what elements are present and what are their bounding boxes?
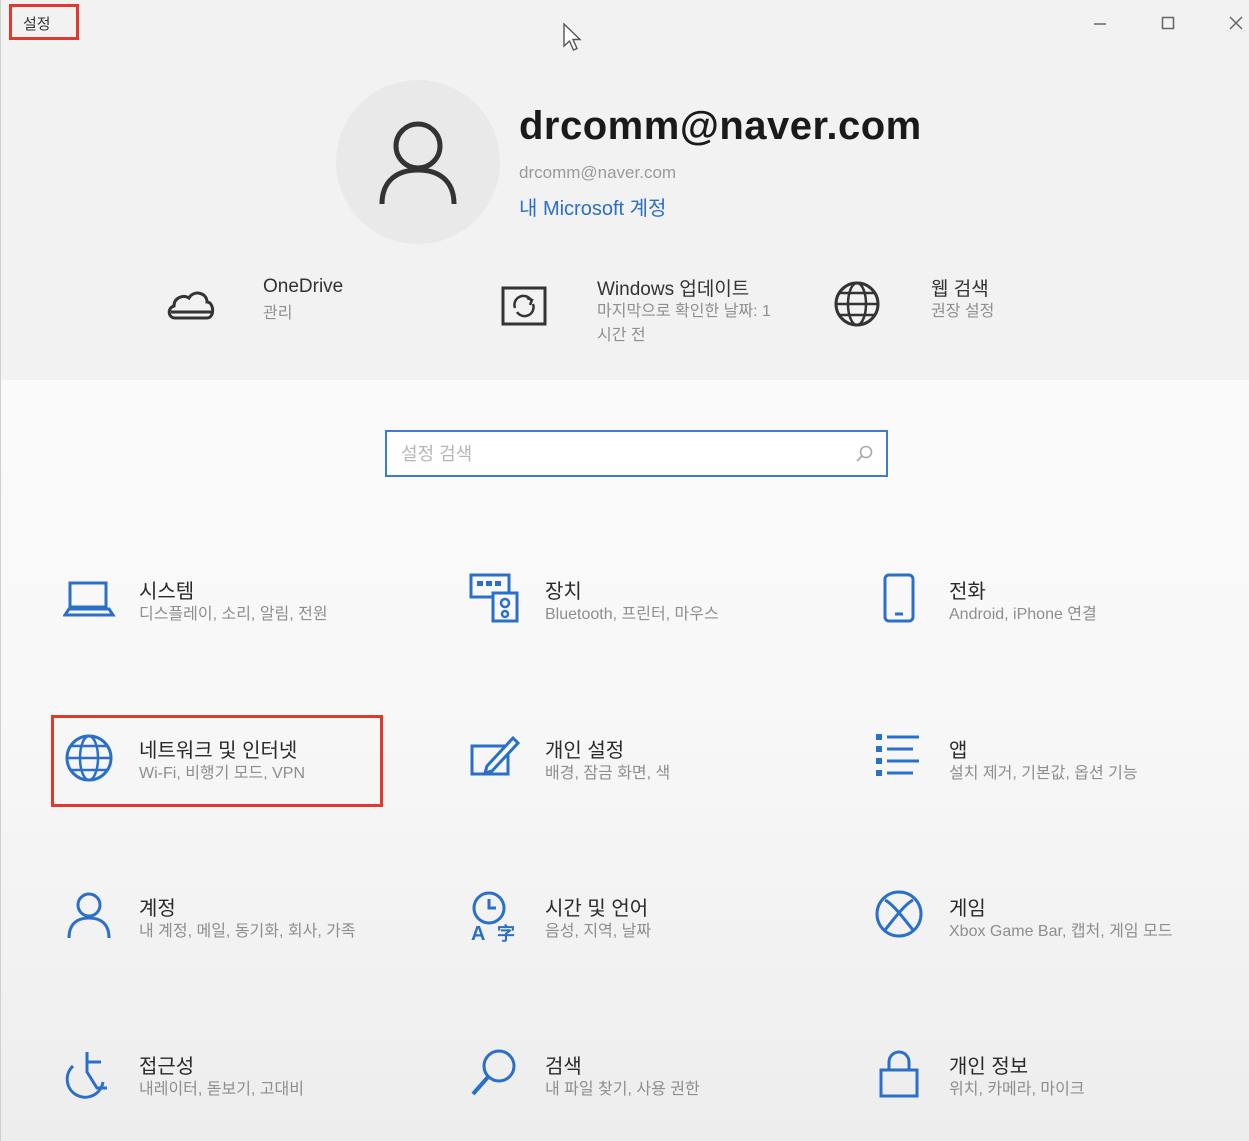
title-bar: 설정 [1,0,1249,44]
search-icon[interactable] [854,444,874,464]
close-button[interactable] [1213,8,1249,38]
category-title: 앱 [949,740,968,762]
category-title: 접근성 [139,1056,195,1078]
category-accessibility[interactable]: 접근성 내레이터, 돋보기, 고대비 [63,1048,393,1141]
category-subtitle: 내 계정, 메일, 동기화, 회사, 가족 [139,923,356,940]
time-language-icon: A 字 [471,891,515,944]
quick-link-subtitle: 권장 설정 [931,303,995,320]
svg-text:字: 字 [497,923,515,944]
globe-icon [834,281,880,327]
category-subtitle: Xbox Game Bar, 캡처, 게임 모드 [949,923,1173,940]
category-subtitle: 음성, 지역, 날짜 [545,923,652,940]
quick-link-subtitle: 관리 [263,305,293,322]
lock-icon [879,1050,919,1098]
category-title: 전화 [949,581,986,603]
personalization-icon [470,735,521,776]
category-subtitle: Bluetooth, 프린터, 마우스 [545,606,719,623]
category-accounts[interactable]: 계정 내 계정, 메일, 동기화, 회사, 가족 [63,890,393,1000]
settings-search-box[interactable] [385,430,888,477]
svg-text:A: A [471,923,485,944]
category-phone[interactable]: 전화 Android, iPhone 연결 [873,573,1203,683]
category-title: 검색 [545,1056,582,1078]
mouse-cursor-icon [563,22,582,51]
category-subtitle: 위치, 카메라, 마이크 [949,1081,1085,1098]
category-title: 장치 [545,581,582,603]
category-search[interactable]: 검색 내 파일 찾기, 사용 권한 [469,1048,799,1141]
magnifier-icon [471,1049,516,1096]
xbox-icon [875,890,923,938]
quick-link-title: OneDrive [263,276,344,297]
accessibility-icon [65,1052,107,1099]
network-highlight-box [51,715,383,807]
category-time-language[interactable]: A 字 시간 및 언어 음성, 지역, 날짜 [469,890,799,1000]
category-privacy[interactable]: 개인 정보 위치, 카메라, 마이크 [873,1048,1203,1141]
person-icon [67,892,111,939]
category-title: 계정 [139,898,176,920]
avatar[interactable] [336,80,500,244]
category-subtitle: Android, iPhone 연결 [949,606,1097,623]
devices-icon [469,573,519,623]
category-subtitle: 디스플레이, 소리, 알림, 전원 [139,606,328,623]
quick-link-onedrive[interactable]: OneDrive 관리 [165,268,465,358]
category-subtitle: 내레이터, 돋보기, 고대비 [139,1081,304,1098]
category-title: 시스템 [139,581,195,603]
category-title: 개인 설정 [545,740,625,762]
quick-link-title: Windows 업데이트 [597,279,750,300]
category-devices[interactable]: 장치 Bluetooth, 프린터, 마우스 [469,573,799,683]
laptop-icon [63,581,116,617]
category-subtitle: 설치 제거, 기본값, 옵션 기능 [949,765,1138,782]
maximize-button[interactable] [1145,8,1191,38]
category-gaming[interactable]: 게임 Xbox Game Bar, 캡처, 게임 모드 [873,890,1203,1000]
close-icon [1229,16,1243,30]
category-personalization[interactable]: 개인 설정 배경, 잠금 화면, 색 [469,732,799,842]
quick-link-subtitle: 마지막으로 확인한 날짜: 1시간 전 [597,303,771,344]
category-subtitle: 내 파일 찾기, 사용 권한 [545,1081,700,1098]
search-input[interactable] [401,441,841,467]
quick-link-windows-update[interactable]: Windows 업데이트 마지막으로 확인한 날짜: 1시간 전 [497,268,817,358]
update-icon [501,286,547,326]
quick-link-title: 웹 검색 [931,279,989,300]
person-avatar-icon [379,121,457,205]
title-highlight-box [9,4,79,40]
category-title: 개인 정보 [949,1056,1029,1078]
category-title: 시간 및 언어 [545,898,649,920]
category-subtitle: 배경, 잠금 화면, 색 [545,765,671,782]
category-system[interactable]: 시스템 디스플레이, 소리, 알림, 전원 [63,573,393,683]
apps-icon [876,734,919,776]
category-title: 게임 [949,898,986,920]
maximize-icon [1161,16,1175,30]
cloud-icon [167,291,215,320]
category-apps[interactable]: 앱 설치 제거, 기본값, 옵션 기능 [873,732,1203,842]
phone-icon [883,573,915,623]
minimize-button[interactable] [1077,8,1123,38]
minimize-icon [1094,23,1106,25]
quick-link-web-search[interactable]: 웹 검색 권장 설정 [831,268,1091,358]
settings-window: 설정 drcomm@naver.com drcomm@naver.com 내 M… [0,0,1249,1141]
profile-name: drcomm@naver.com [519,104,922,148]
microsoft-account-link[interactable]: 내 Microsoft 계정 [519,192,666,221]
profile-email: drcomm@naver.com [519,163,677,182]
